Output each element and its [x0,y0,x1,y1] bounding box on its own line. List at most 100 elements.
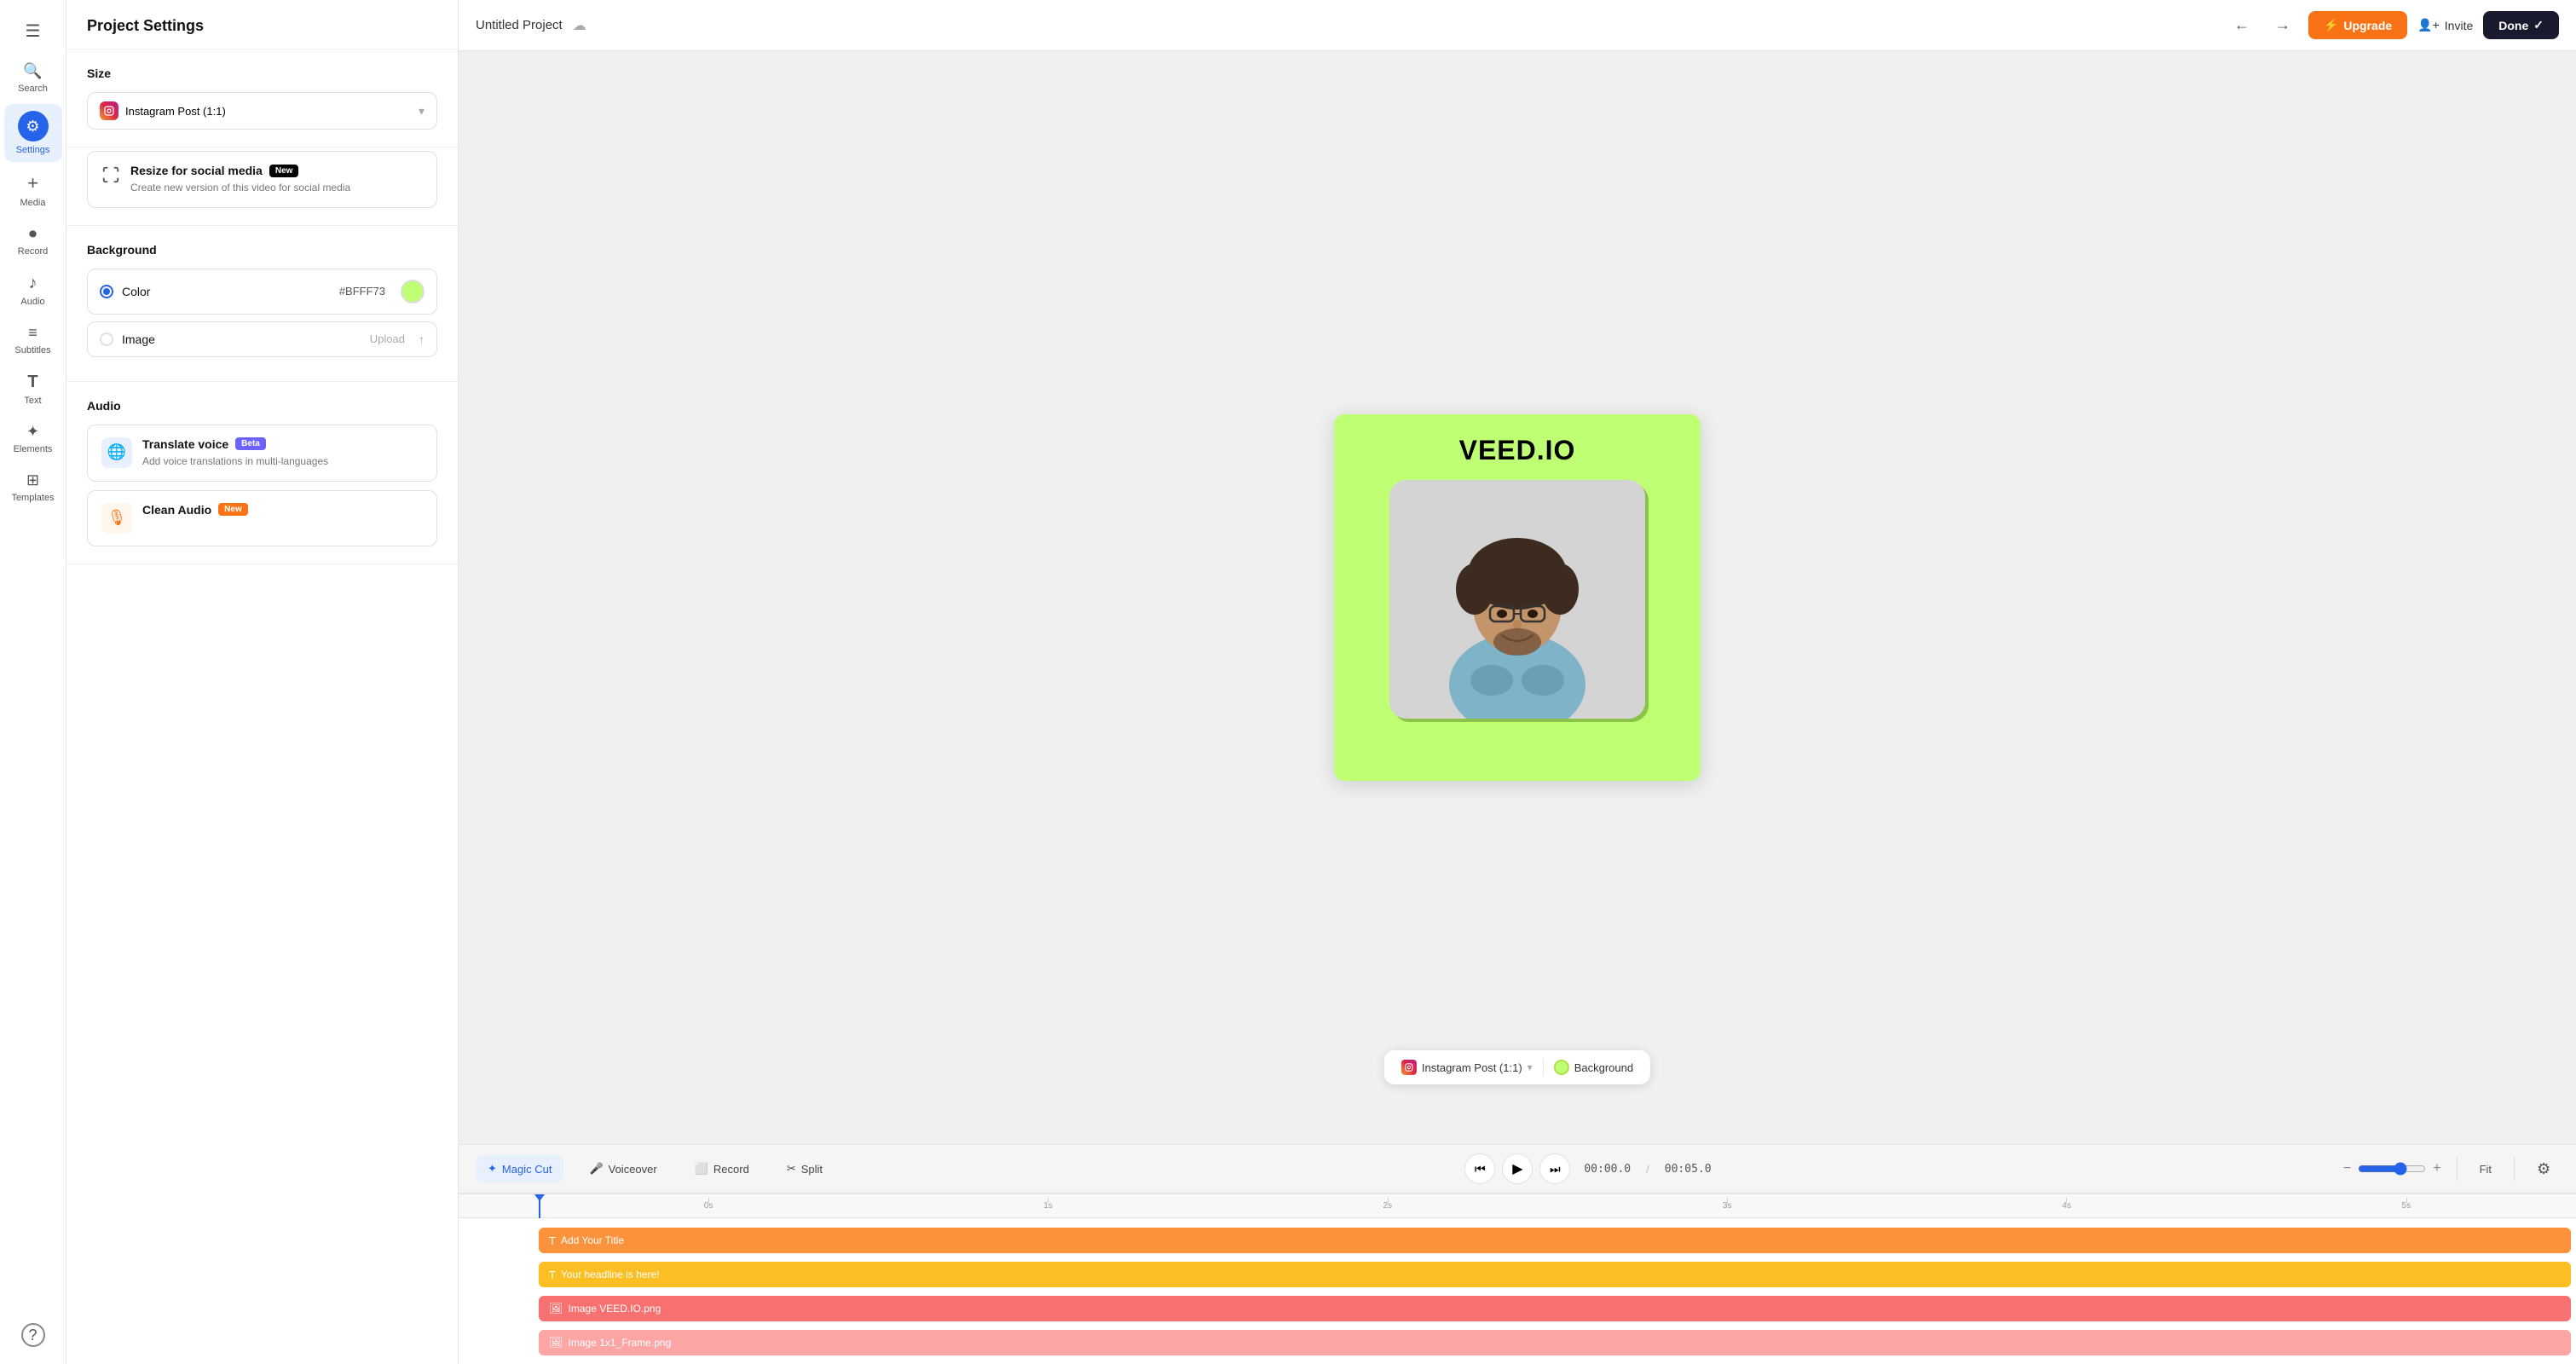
sidebar-item-search[interactable]: 🔍 Search [4,55,62,101]
resize-card-desc: Create new version of this video for soc… [130,181,423,195]
resize-badge: New [269,165,299,177]
ruler-mark-5: 5s [2237,1201,2576,1211]
sidebar-item-hamburger[interactable]: ☰ [4,10,62,52]
bg-upload-button[interactable]: Upload [370,332,405,345]
timeline-track-1: T Add Your Title [459,1225,2576,1256]
bg-image-radio[interactable] [100,332,113,346]
zoom-out-button[interactable]: − [2342,1159,2353,1178]
sidebar-item-help[interactable]: ? [4,1316,62,1354]
bg-color-value: #BFFF73 [339,285,385,298]
canvas-bar-divider [1543,1059,1544,1076]
canvas-background-item[interactable]: Background [1554,1060,1633,1075]
ruler-mark-3: 3s [1557,1201,1897,1211]
fit-button[interactable]: Fit [2471,1158,2500,1181]
sidebar-item-templates-label: Templates [11,493,54,503]
resize-card-title: Resize for social media [130,164,263,177]
invite-icon: 👤+ [2417,18,2440,32]
resize-card-header: Resize for social media New [130,164,423,177]
resize-section: Resize for social media New Create new v… [66,147,458,226]
time-total: 00:05.0 [1665,1163,1712,1176]
sidebar-item-settings-label: Settings [16,145,50,155]
translate-voice-card[interactable]: 🌐 Translate voice Beta Add voice transla… [87,425,437,482]
record-square-icon: ⬜ [695,1162,708,1176]
canvas-bottom-bar: Instagram Post (1:1) ▾ Background [1384,1050,1650,1084]
translate-card-header: Translate voice Beta [142,437,423,451]
clean-audio-badge: New [218,503,248,516]
sidebar-item-elements[interactable]: ✦ Elements [4,416,62,461]
done-button[interactable]: Done ✓ [2483,11,2559,39]
play-pause-button[interactable]: ▶ [1502,1153,1533,1184]
timeline-settings-button[interactable]: ⚙ [2528,1153,2559,1184]
subtitles-icon: ≡ [28,324,38,342]
sidebar-item-subtitles[interactable]: ≡ Subtitles [4,317,62,362]
size-dropdown-left: Instagram Post (1:1) [100,101,226,120]
split-label: Split [801,1163,823,1176]
sidebar-item-audio-label: Audio [20,297,44,307]
split-button[interactable]: ✂ Split [775,1155,835,1182]
invite-label: Invite [2445,19,2473,32]
translate-icon: 🌐 [101,437,132,468]
sidebar-item-media[interactable]: + Media [4,165,62,215]
timeline-track-4: 🖼 Image 1x1_Frame.png [459,1327,2576,1358]
record-button[interactable]: ⬜ Record [683,1155,761,1182]
zoom-controls: − + [2342,1159,2443,1178]
elements-icon: ✦ [26,423,39,441]
track-image-icon-2: 🖼 [549,1336,563,1350]
track-bar-image-1[interactable]: 🖼 Image VEED.IO.png [539,1296,2571,1321]
track-bar-image-2[interactable]: 🖼 Image 1x1_Frame.png [539,1330,2571,1355]
sidebar-item-audio[interactable]: ♪ Audio [4,267,62,314]
sidebar-item-settings[interactable]: ⚙ Settings [4,104,62,162]
undo-button[interactable]: ← [2227,10,2257,41]
upgrade-button[interactable]: ⚡ Upgrade [2308,11,2407,39]
canvas-frame [1389,480,1645,719]
timeline-tracks: T Add Your Title T Your headline is here… [459,1218,2576,1358]
translate-badge: Beta [235,437,266,450]
help-icon: ? [21,1323,45,1347]
playhead [539,1194,540,1218]
track-title-icon-1: T [549,1234,556,1247]
clean-audio-card[interactable]: 🎙 Clean Audio New [87,490,437,546]
bg-color-option[interactable]: Color #BFFF73 [87,269,437,315]
sidebar-item-templates[interactable]: ⊞ Templates [4,465,62,510]
skip-forward-button[interactable]: ⏭ [1539,1153,1570,1184]
voiceover-label: Voiceover [609,1163,657,1176]
invite-button[interactable]: 👤+ Invite [2417,18,2473,32]
track-label-3: Image VEED.IO.png [569,1303,661,1315]
done-checkmark: ✓ [2533,18,2544,32]
project-title: Untitled Project [476,18,563,32]
translate-card-title: Translate voice [142,437,228,451]
time-current: 00:00.0 [1584,1163,1631,1176]
text-icon: T [27,373,38,392]
skip-back-button[interactable]: ⏮ [1464,1153,1495,1184]
bg-color-radio[interactable] [100,285,113,298]
bg-color-label: Color [122,285,331,298]
zoom-in-button[interactable]: + [2431,1159,2442,1178]
templates-icon: ⊞ [26,471,39,489]
track-label-4: Image 1x1_Frame.png [569,1337,672,1349]
color-swatch[interactable] [401,280,425,303]
track-title-icon-2: T [549,1269,556,1281]
magic-cut-button[interactable]: ✦ Magic Cut [476,1155,563,1182]
zoom-slider[interactable] [2358,1162,2426,1176]
track-bar-title-1[interactable]: T Add Your Title [539,1228,2571,1253]
ruler-mark-0: 0s [539,1201,878,1211]
fit-separator [2514,1157,2515,1181]
split-icon: ✂ [787,1162,796,1176]
settings-icon-circle: ⚙ [18,111,49,142]
size-dropdown[interactable]: Instagram Post (1:1) ▾ [87,92,437,130]
voiceover-button[interactable]: 🎤 Voiceover [577,1155,668,1182]
timeline-ruler-marks: 0s 1s 2s 3s 4s 5s [539,1201,2576,1211]
size-dropdown-value: Instagram Post (1:1) [125,105,226,118]
sidebar-item-text[interactable]: T Text [4,366,62,413]
canvas-format-item[interactable]: Instagram Post (1:1) ▾ [1401,1060,1533,1075]
track-bar-title-2[interactable]: T Your headline is here! [539,1262,2571,1287]
translate-card-desc: Add voice translations in multi-language… [142,454,423,469]
redo-button[interactable]: → [2267,10,2298,41]
bg-image-option[interactable]: Image Upload ↑ [87,321,437,357]
settings-icon: ⚙ [26,118,39,136]
top-bar: Untitled Project ☁ ← → ⚡ Upgrade 👤+ Invi… [459,0,2576,51]
resize-card[interactable]: Resize for social media New Create new v… [87,151,437,208]
main-area: Untitled Project ☁ ← → ⚡ Upgrade 👤+ Invi… [459,0,2576,1364]
sidebar-item-record[interactable]: ⏺ Record [4,218,62,263]
time-separator: / [1646,1163,1649,1176]
